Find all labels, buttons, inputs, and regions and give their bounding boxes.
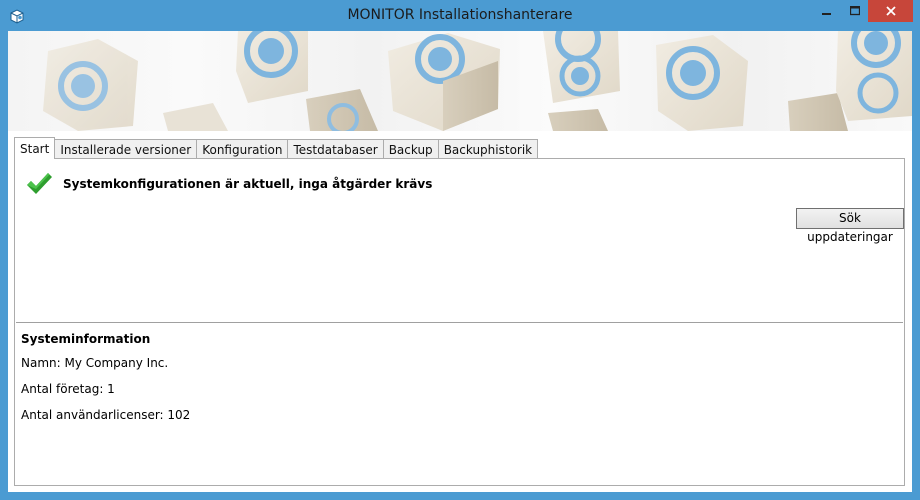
app-window: MONITOR Installationshanterare Start Ins… <box>0 0 920 500</box>
start-panel: Systemkonfigurationen är aktuell, inga å… <box>14 158 905 486</box>
maximize-button[interactable] <box>841 0 869 22</box>
close-button[interactable] <box>868 0 913 22</box>
status-message: Systemkonfigurationen är aktuell, inga å… <box>63 177 433 191</box>
tab-start[interactable]: Start <box>14 137 56 159</box>
license-count: Antal användarlicenser: 102 <box>21 408 191 422</box>
system-info: Systeminformation Namn: My Company Inc. … <box>21 332 190 434</box>
title-bar[interactable]: MONITOR Installationshanterare <box>0 0 920 31</box>
section-divider <box>16 322 903 323</box>
tab-backuphistorik[interactable]: Backuphistorik <box>437 139 539 159</box>
minimize-button[interactable] <box>813 0 841 22</box>
tab-testdatabaser[interactable]: Testdatabaser <box>287 139 384 159</box>
tab-installerade-versioner[interactable]: Installerade versioner <box>54 139 198 159</box>
tab-konfiguration[interactable]: Konfiguration <box>196 139 289 159</box>
minimize-icon <box>822 13 831 15</box>
status-row: Systemkonfigurationen är aktuell, inga å… <box>25 171 432 197</box>
checkmark-icon <box>25 171 53 197</box>
maximize-icon <box>850 6 860 16</box>
company-name: Namn: My Company Inc. <box>21 356 169 370</box>
header-banner <box>8 31 912 131</box>
company-count: Antal företag: 1 <box>21 382 115 396</box>
close-icon <box>885 6 896 16</box>
client-area: Start Installerade versioner Konfigurati… <box>8 31 912 492</box>
tab-strip: Start Installerade versioner Konfigurati… <box>14 137 539 159</box>
window-title: MONITOR Installationshanterare <box>347 7 573 23</box>
tab-backup[interactable]: Backup <box>382 139 439 159</box>
check-updates-button[interactable]: Sök uppdateringar <box>796 208 904 244</box>
cube-logo-pattern <box>43 31 912 131</box>
system-info-heading: Systeminformation <box>21 332 151 346</box>
